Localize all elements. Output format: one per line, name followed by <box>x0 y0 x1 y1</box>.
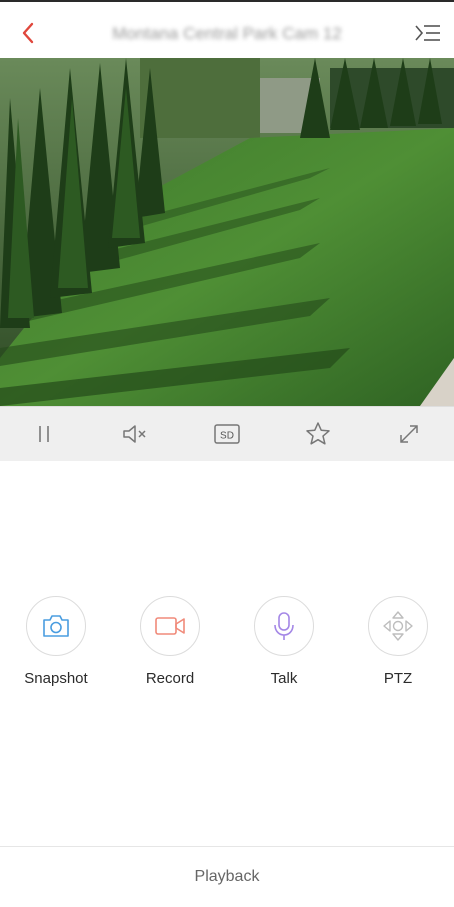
pause-button[interactable] <box>26 416 62 452</box>
action-buttons: Snapshot Record Talk PTZ <box>0 596 454 696</box>
direction-pad-icon <box>383 611 413 641</box>
quality-button[interactable]: SD <box>209 416 245 452</box>
mute-button[interactable] <box>117 416 153 452</box>
talk-label: Talk <box>270 670 298 687</box>
chevron-left-icon <box>22 22 34 44</box>
live-video-feed[interactable] <box>0 58 454 406</box>
player-control-bar: SD <box>0 406 454 461</box>
back-button[interactable] <box>14 18 44 48</box>
microphone-icon <box>274 612 294 640</box>
pause-icon <box>39 426 49 442</box>
snapshot-circle <box>26 596 86 656</box>
favorite-button[interactable] <box>300 416 336 452</box>
snapshot-button[interactable]: Snapshot <box>10 596 102 687</box>
talk-circle <box>254 596 314 656</box>
ptz-label: PTZ <box>383 670 413 687</box>
top-bar: Montana Central Park Cam 12 <box>0 0 454 64</box>
talk-button[interactable]: Talk <box>238 596 330 687</box>
video-camera-icon <box>155 617 185 635</box>
sd-icon: SD <box>214 424 240 444</box>
expand-icon <box>400 425 418 443</box>
record-label: Record <box>145 670 195 687</box>
star-icon <box>306 422 330 445</box>
record-circle <box>140 596 200 656</box>
camera-title: Montana Central Park Cam 12 <box>112 24 342 43</box>
menu-button[interactable] <box>410 18 444 48</box>
snapshot-label: Snapshot <box>24 670 88 687</box>
record-button[interactable]: Record <box>124 596 216 687</box>
quality-label: SD <box>220 431 234 442</box>
menu-list-icon <box>415 25 440 41</box>
camera-icon <box>43 615 69 637</box>
playback-button[interactable]: Playback <box>0 846 454 901</box>
ptz-button[interactable]: PTZ <box>352 596 444 687</box>
ptz-circle <box>368 596 428 656</box>
fullscreen-button[interactable] <box>391 416 427 452</box>
speaker-muted-icon <box>123 425 146 443</box>
